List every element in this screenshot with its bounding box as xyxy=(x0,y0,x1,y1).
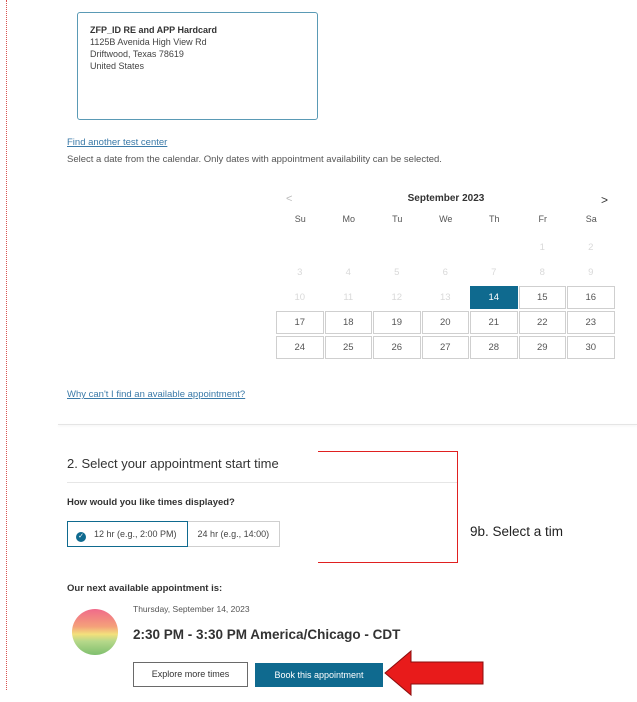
test-center-name: ZFP_ID RE and APP Hardcard xyxy=(90,25,218,35)
calendar-day[interactable]: 21 xyxy=(470,311,518,334)
calendar-day: 3 xyxy=(297,267,303,278)
calendar-day[interactable]: 20 xyxy=(421,311,469,334)
calendar-day: 12 xyxy=(391,292,403,303)
calendar-day-empty xyxy=(325,236,373,259)
annotation-text: 9b. Select a tim xyxy=(470,524,564,539)
calendar-weekday-label: We xyxy=(439,214,453,224)
calendar-day-empty xyxy=(470,236,518,259)
calendar-day: 4 xyxy=(345,267,351,278)
calendar-weekday-row: Su Mo Tu We Th Fr Sa xyxy=(276,214,616,234)
check-circle-icon: ✓ xyxy=(76,532,86,542)
test-center-country: United States xyxy=(90,61,145,71)
calendar-day[interactable]: 24 xyxy=(276,336,324,359)
calendar-day[interactable]: 23 xyxy=(567,311,615,334)
calendar-day: 1 xyxy=(539,242,545,253)
calendar-day: 2 xyxy=(588,242,594,253)
calendar-next-month-icon[interactable]: > xyxy=(601,193,608,207)
calendar-day[interactable]: 16 xyxy=(567,286,615,309)
test-center-street: 1125B Avenida High View Rd xyxy=(90,37,207,47)
calendar-header: < September 2023 > xyxy=(276,190,616,210)
calendar-instruction: Select a date from the calendar. Only da… xyxy=(67,154,442,165)
calendar-day[interactable]: 15 xyxy=(518,286,566,309)
next-appointment-label: Our next available appointment is: xyxy=(67,583,223,594)
calendar-week-row: 24 25 26 27 28 29 30 xyxy=(276,336,616,360)
calendar-day: 10 xyxy=(294,292,306,303)
appointment-calendar: < September 2023 > Su Mo Tu We Th Fr Sa 123456… xyxy=(276,190,616,361)
test-center-address-card: ZFP_ID RE and APP Hardcard 1125B Avenida… xyxy=(77,12,318,120)
calendar-day[interactable]: 28 xyxy=(470,336,518,359)
calendar-day: 8 xyxy=(539,267,545,278)
section-divider xyxy=(58,424,637,425)
calendar-day: 11 xyxy=(343,292,354,303)
calendar-weekday-label: Fr xyxy=(538,214,548,224)
calendar-day: 7 xyxy=(491,267,497,278)
calendar-day: 5 xyxy=(394,267,400,278)
calendar-day[interactable]: 30 xyxy=(567,336,615,359)
calendar-day[interactable]: 26 xyxy=(373,336,421,359)
calendar-day[interactable]: 17 xyxy=(276,311,324,334)
calendar-day: 9 xyxy=(588,267,594,278)
calendar-day: 13 xyxy=(439,292,451,303)
explore-more-times-button[interactable]: Explore more times xyxy=(133,662,248,687)
calendar-weekday-label: Mo xyxy=(342,214,355,224)
red-arrow-icon xyxy=(384,649,484,697)
calendar-weekday-label: Tu xyxy=(392,214,403,224)
calendar-day[interactable]: 27 xyxy=(421,336,469,359)
calendar-day-selected[interactable]: 14 xyxy=(470,286,518,309)
calendar-weekday-label: Su xyxy=(294,214,306,224)
next-appointment-time: 2:30 PM - 3:30 PM America/Chicago - CDT xyxy=(133,627,401,642)
calendar-day[interactable]: 29 xyxy=(518,336,566,359)
time-format-24hr-label: 24 hr (e.g., 14:00) xyxy=(197,529,270,539)
calendar-day-empty xyxy=(422,236,470,259)
calendar-day-empty xyxy=(373,236,421,259)
time-format-12hr-option[interactable]: ✓ 12 hr (e.g., 2:00 PM) xyxy=(67,521,188,547)
step2-title: 2. Select your appointment start time xyxy=(67,456,279,471)
calendar-week-row: 17 18 19 20 21 22 23 xyxy=(276,311,616,335)
calendar-day: 6 xyxy=(442,267,448,278)
time-format-12hr-label: 12 hr (e.g., 2:00 PM) xyxy=(94,529,177,539)
why-no-appointment-link[interactable]: Why can't I find an available appointmen… xyxy=(67,389,245,400)
calendar-week-row: 3 4 5 6 7 8 9 xyxy=(276,261,616,285)
calendar-day[interactable]: 22 xyxy=(518,311,566,334)
calendar-weekday-label: Th xyxy=(488,214,500,224)
time-format-24hr-option[interactable]: 24 hr (e.g., 14:00) xyxy=(187,521,281,547)
calendar-day[interactable]: 19 xyxy=(373,311,421,334)
calendar-weekday-label: Sa xyxy=(585,214,597,224)
calendar-week-row: 12 xyxy=(276,236,616,260)
appointment-sunrise-image xyxy=(72,609,118,655)
book-appointment-button[interactable]: Book this appointment xyxy=(255,663,383,687)
calendar-day-empty xyxy=(276,236,324,259)
time-format-toggle: ✓ 12 hr (e.g., 2:00 PM) 24 hr (e.g., 14:0… xyxy=(67,521,281,547)
page-left-edge xyxy=(6,0,7,690)
annotation-callout-box xyxy=(318,451,458,563)
calendar-week-row: 10 11 12 13 14 15 16 xyxy=(276,286,616,310)
test-center-city: Driftwood, Texas 78619 xyxy=(90,49,184,59)
find-another-test-center-link[interactable]: Find another test center xyxy=(67,137,167,148)
calendar-day[interactable]: 25 xyxy=(324,336,372,359)
calendar-day[interactable]: 18 xyxy=(324,311,372,334)
calendar-days-grid: 1 2 3 4 5 6 7 8 9 10 11 12 13 14 15 16 17 18 19 20 21 22 23 24 2… xyxy=(276,236,616,360)
calendar-month-title: September 2023 xyxy=(407,193,485,204)
time-format-question: How would you like times displayed? xyxy=(67,497,235,508)
next-appointment-date: Thursday, September 14, 2023 xyxy=(133,604,250,614)
